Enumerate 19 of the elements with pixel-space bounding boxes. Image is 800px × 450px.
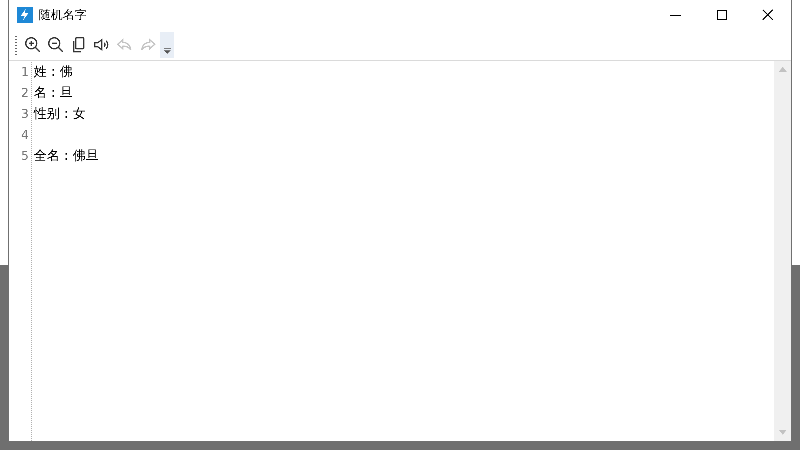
toolbar-overflow-button[interactable] bbox=[160, 32, 174, 58]
window-title: 随机名字 bbox=[39, 6, 87, 24]
maximize-icon bbox=[716, 9, 728, 21]
line-number: 3 bbox=[21, 106, 29, 123]
line-text: 全名：佛旦 bbox=[34, 149, 99, 164]
zoom-in-icon bbox=[24, 36, 42, 54]
line-number: 2 bbox=[21, 85, 29, 102]
line-text: 名：旦 bbox=[34, 86, 73, 101]
line-number: 5 bbox=[21, 148, 29, 165]
overflow-caret-icon bbox=[164, 48, 170, 54]
lightning-icon bbox=[17, 7, 33, 23]
toolbar-grip-icon[interactable] bbox=[15, 35, 18, 55]
speak-icon bbox=[92, 36, 110, 54]
zoom-out-icon bbox=[46, 36, 64, 54]
close-icon bbox=[762, 9, 774, 21]
line-text: 性别：女 bbox=[34, 107, 86, 122]
line-number: 1 bbox=[21, 64, 29, 81]
line-text: 姓：佛 bbox=[34, 65, 73, 80]
line-number: 4 bbox=[21, 127, 29, 144]
